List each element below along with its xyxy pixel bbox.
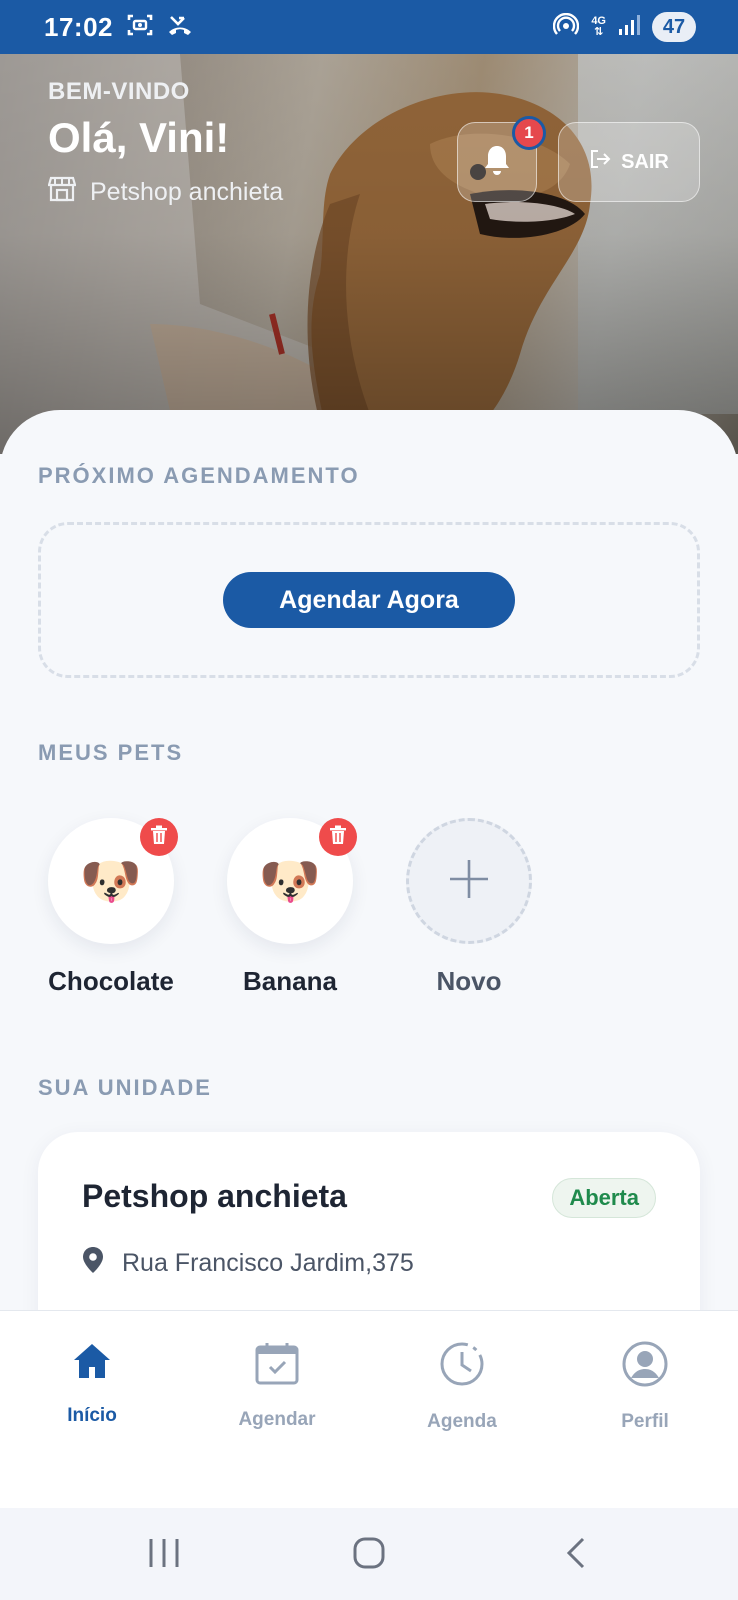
hotspot-icon xyxy=(553,12,580,42)
store-name: Petshop anchieta xyxy=(90,178,284,206)
trash-icon xyxy=(329,825,347,850)
nav-home[interactable]: Início xyxy=(17,1341,167,1427)
pet-card-banana[interactable]: 🐶 Banana xyxy=(227,818,357,996)
my-pets-title: MEUS PETS xyxy=(38,740,184,765)
delete-pet-button[interactable] xyxy=(319,818,357,856)
bell-icon xyxy=(482,143,512,182)
nav-label: Agenda xyxy=(427,1411,497,1432)
clock-icon xyxy=(439,1341,485,1393)
nav-schedule[interactable]: Agendar xyxy=(202,1341,352,1431)
logout-button[interactable]: SAIR xyxy=(558,122,700,202)
bottom-navigation: Início Agendar Agenda Perfil xyxy=(0,1310,738,1508)
status-bar: 17:02 4G ⇅ 47 xyxy=(0,0,738,54)
welcome-label: BEM-VINDO xyxy=(48,78,190,105)
recent-apps-icon[interactable] xyxy=(148,1536,180,1575)
notification-count-badge: 1 xyxy=(512,116,546,150)
add-pet-label: Novo xyxy=(436,966,502,996)
next-appointment-title: PRÓXIMO AGENDAMENTO xyxy=(38,463,360,488)
status-time: 17:02 xyxy=(44,11,113,42)
battery-indicator: 47 xyxy=(652,12,696,42)
unit-address-text: Rua Francisco Jardim,375 xyxy=(122,1249,414,1277)
logout-icon xyxy=(589,148,611,176)
nav-label: Agendar xyxy=(238,1409,316,1430)
nav-label: Perfil xyxy=(621,1411,669,1432)
back-icon[interactable] xyxy=(564,1536,588,1575)
nav-agenda[interactable]: Agenda xyxy=(387,1341,537,1433)
logout-label: SAIR xyxy=(621,150,669,173)
greeting-title: Olá, Vini! xyxy=(48,114,230,161)
screen-record-icon xyxy=(127,13,153,42)
add-pet-avatar xyxy=(406,818,532,944)
delete-pet-button[interactable] xyxy=(140,818,178,856)
pet-name: Chocolate xyxy=(48,966,174,996)
nav-profile[interactable]: Perfil xyxy=(570,1341,720,1433)
your-unit-title: SUA UNIDADE xyxy=(38,1075,212,1100)
unit-address: Rua Francisco Jardim,375 xyxy=(82,1246,414,1281)
network-type: 4G ⇅ xyxy=(591,15,606,38)
trash-icon xyxy=(150,825,168,850)
unit-name: Petshop anchieta xyxy=(82,1178,347,1214)
dog-face-icon: 🐶 xyxy=(258,853,322,909)
dog-face-icon: 🐶 xyxy=(79,853,143,909)
plus-icon xyxy=(447,857,491,906)
network-label: 4G xyxy=(591,15,606,27)
location-pin-icon xyxy=(82,1246,104,1281)
schedule-now-button[interactable]: Agendar Agora xyxy=(223,572,515,628)
unit-status-badge: Aberta xyxy=(552,1178,656,1218)
home-system-icon[interactable] xyxy=(352,1536,386,1575)
current-store: Petshop anchieta xyxy=(47,176,284,209)
user-icon xyxy=(622,1341,668,1393)
home-icon xyxy=(72,1341,112,1387)
store-icon xyxy=(47,176,77,209)
nav-label: Início xyxy=(67,1405,117,1426)
pet-card-chocolate[interactable]: 🐶 Chocolate xyxy=(48,818,178,996)
pet-name: Banana xyxy=(243,966,337,996)
system-navigation-bar xyxy=(0,1508,738,1600)
calendar-icon xyxy=(254,1341,300,1391)
signal-icon xyxy=(618,14,640,41)
missed-call-icon xyxy=(167,13,193,42)
add-pet-button[interactable]: Novo xyxy=(406,818,532,996)
